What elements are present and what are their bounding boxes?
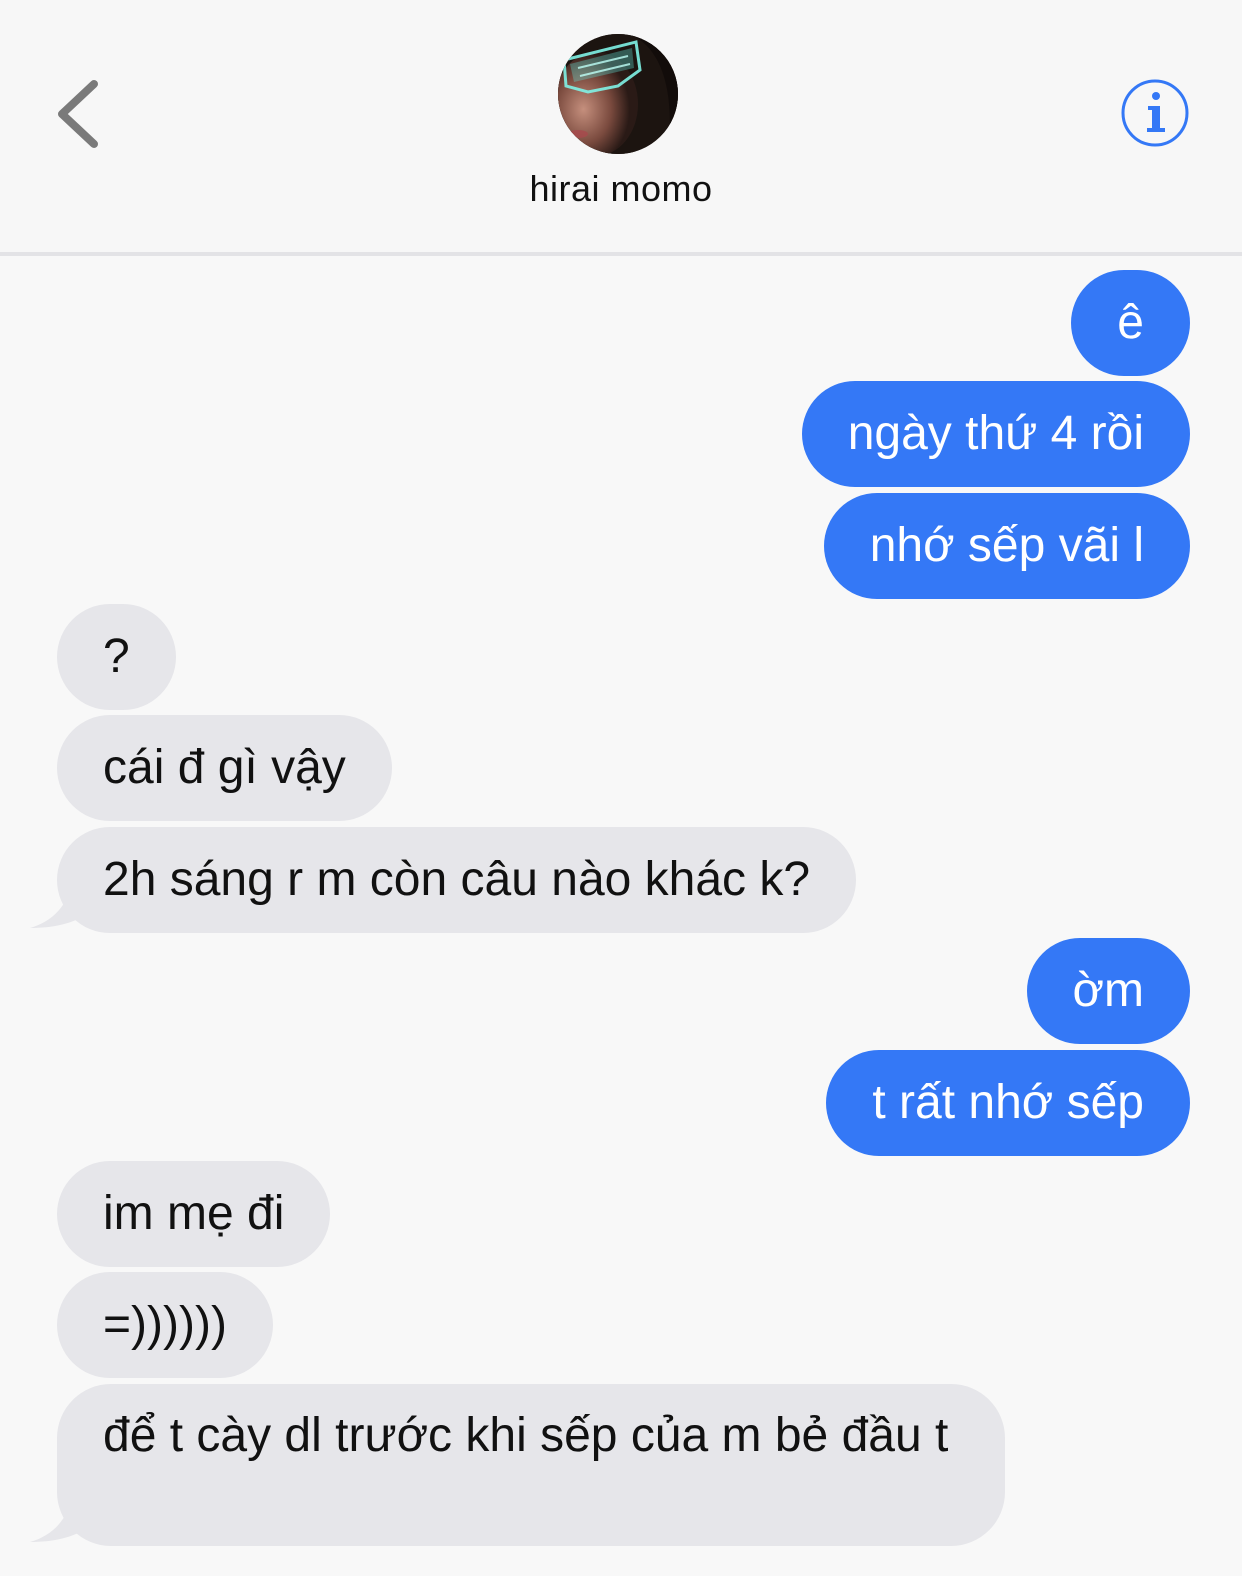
message-bubble-incoming[interactable]: cái đ gì vậy [57, 715, 392, 821]
message-bubble-outgoing[interactable]: ê [1071, 270, 1190, 376]
conversation-header: hirai momo [0, 0, 1242, 256]
message-bubble-incoming[interactable]: 2h sáng r m còn câu nào khác k? [57, 827, 857, 933]
message-bubble-outgoing[interactable]: ờm [1026, 938, 1190, 1044]
message-thread: ê ngày thứ 4 rồi nhớ sếp vãi l ? cái đ g… [0, 260, 1242, 1576]
message-bubble-incoming[interactable]: để t cày dl trước khi sếp của m bẻ đầu t [57, 1384, 1005, 1546]
chevron-left-icon [58, 80, 98, 148]
contact-name[interactable]: hirai momo [0, 168, 1242, 210]
message-bubble-incoming[interactable]: im mẹ đi [57, 1161, 331, 1267]
avatar-photo [558, 34, 678, 154]
message-bubble-outgoing[interactable]: nhớ sếp vãi l [823, 493, 1190, 599]
back-button[interactable] [50, 76, 110, 152]
avatar[interactable] [558, 34, 678, 154]
message-bubble-outgoing[interactable]: t rất nhớ sếp [826, 1050, 1190, 1156]
messages-screen: hirai momo ê ngày thứ 4 rồi nhớ sếp vãi … [0, 0, 1242, 1576]
info-circle-icon [1121, 79, 1189, 147]
message-bubble-outgoing[interactable]: ngày thứ 4 rồi [801, 381, 1190, 487]
message-bubble-incoming[interactable]: ? [57, 604, 176, 710]
message-bubble-incoming[interactable]: =)))))) [57, 1272, 273, 1378]
info-button[interactable] [1120, 78, 1190, 148]
